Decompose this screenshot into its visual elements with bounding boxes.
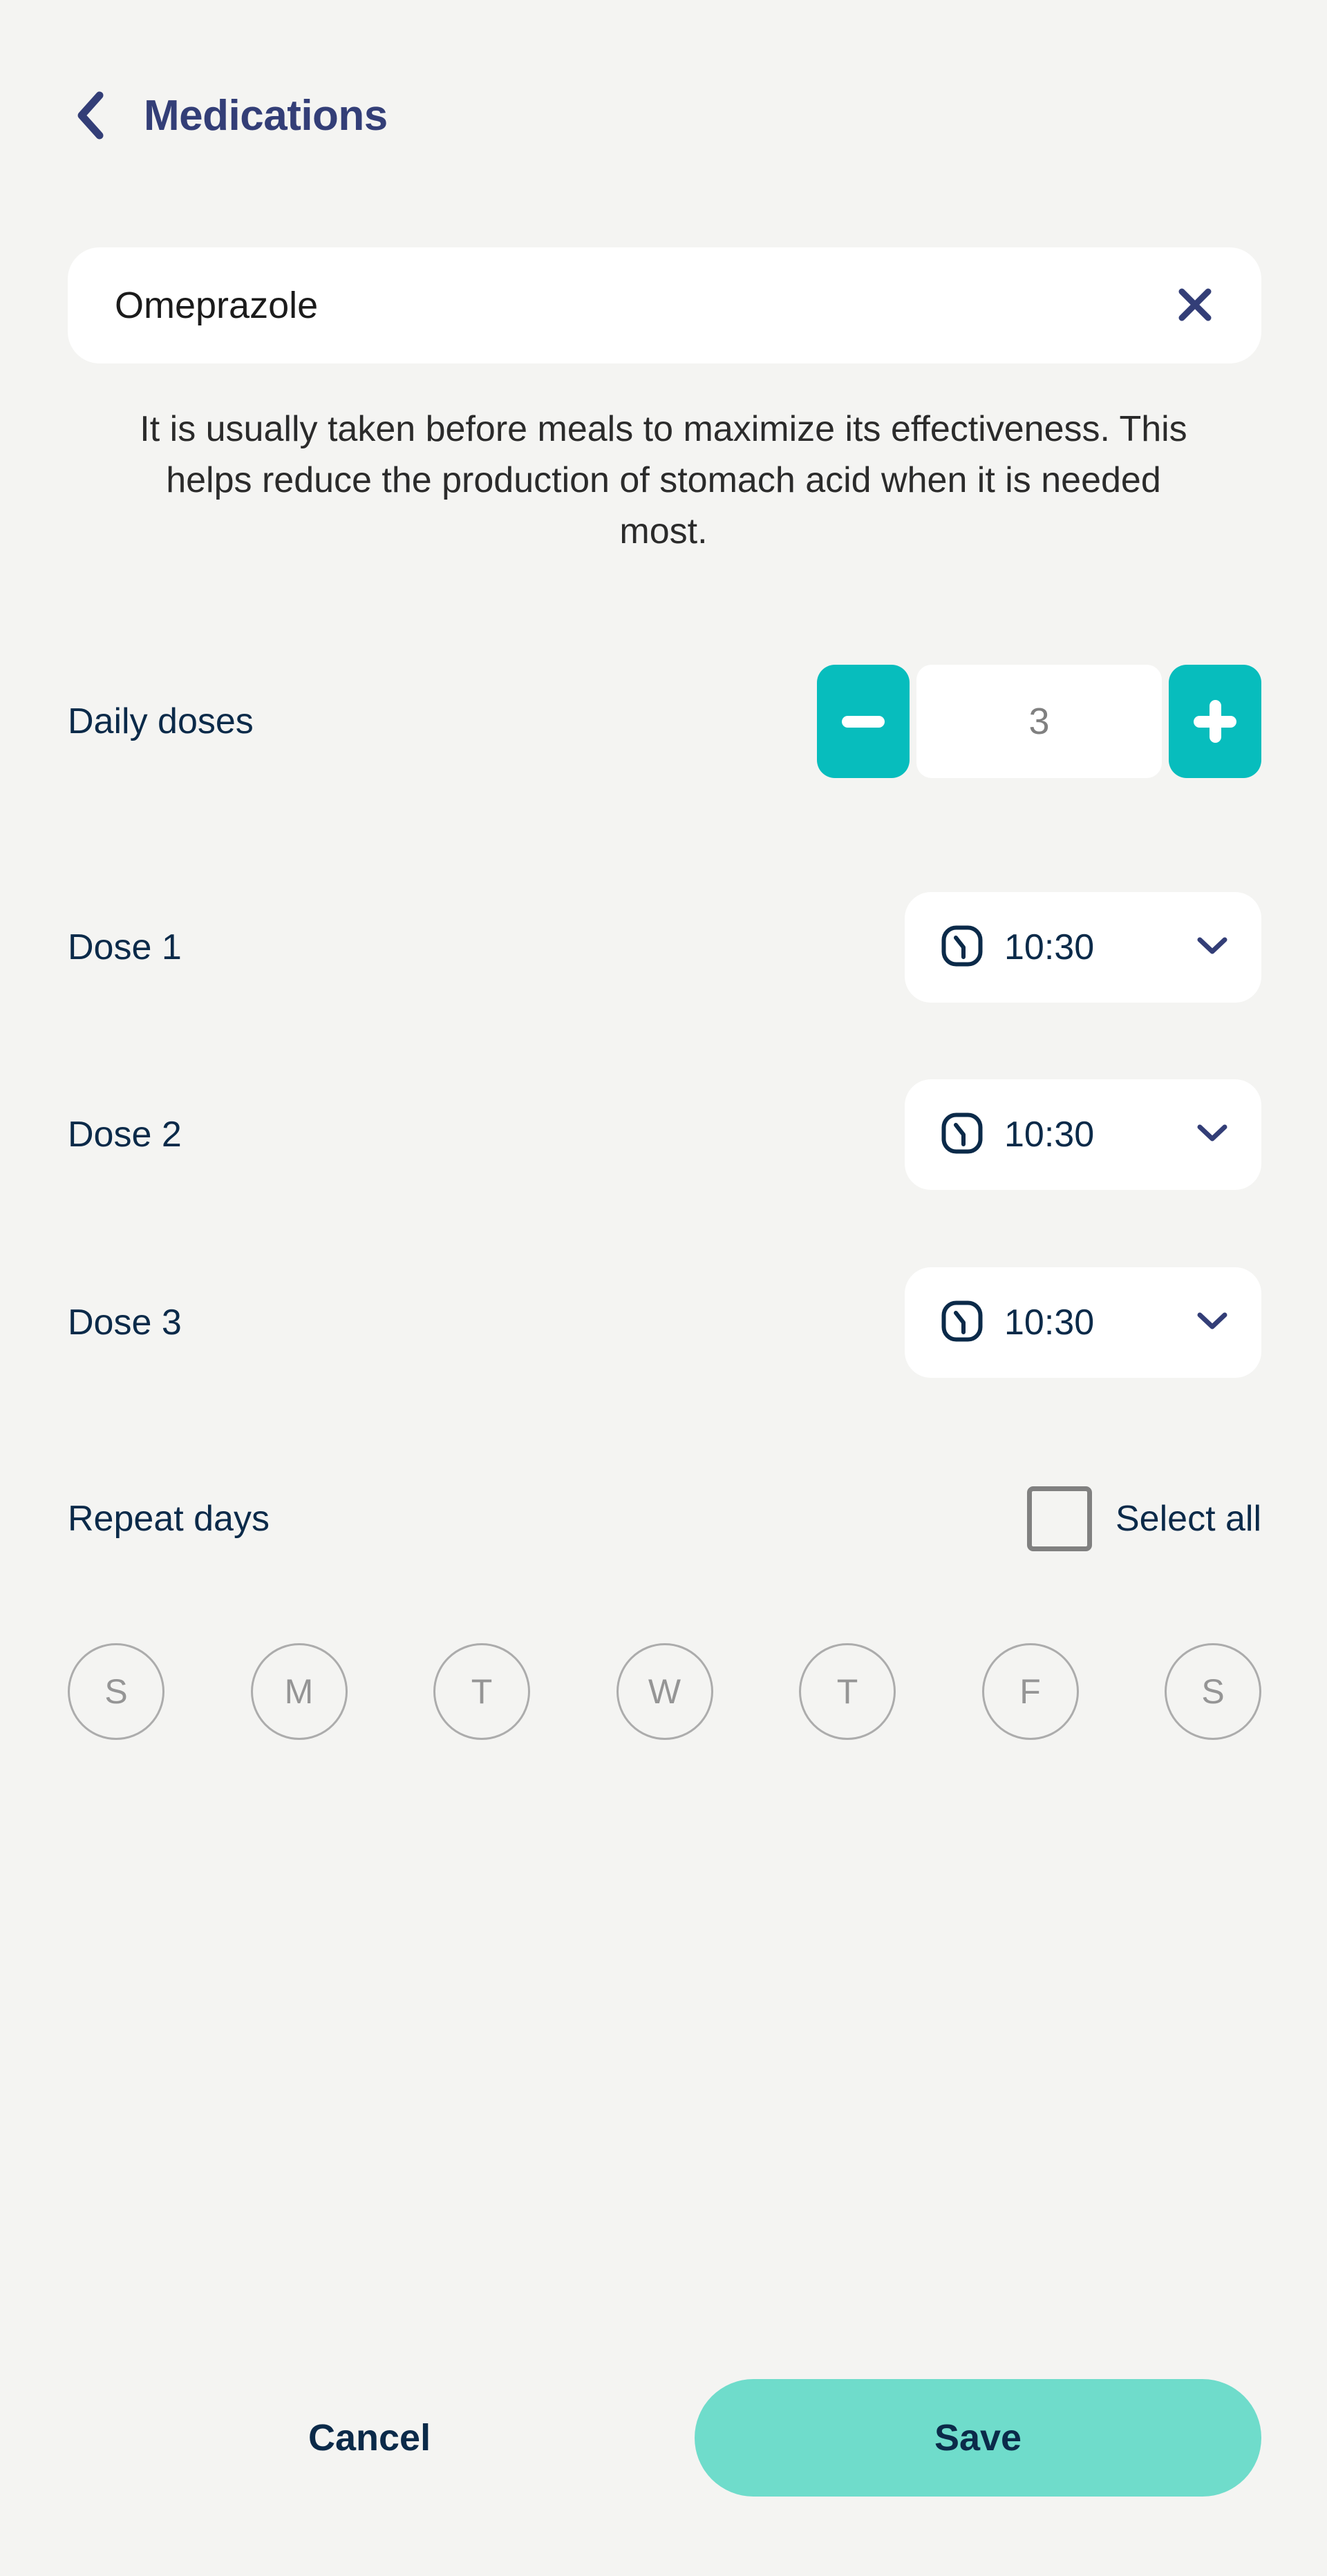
medication-edit-screen: Medications Omeprazole It is usually tak… <box>0 0 1327 2576</box>
daily-doses-row: Daily doses 3 <box>68 665 1261 778</box>
dose-time-picker[interactable]: 10:30 <box>905 1079 1261 1190</box>
dose-time-value: 10:30 <box>1004 927 1095 967</box>
day-toggle-friday[interactable]: F <box>981 1643 1079 1740</box>
select-all-checkbox[interactable] <box>1027 1486 1092 1551</box>
back-button[interactable] <box>69 91 112 141</box>
day-toggle-monday[interactable]: M <box>250 1643 348 1740</box>
dose-time-value: 10:30 <box>1004 1115 1095 1155</box>
clock-icon <box>941 1112 984 1158</box>
dose-label: Dose 2 <box>68 1115 182 1155</box>
dose-label: Dose 1 <box>68 927 182 967</box>
chevron-down-icon <box>1196 1311 1228 1334</box>
daily-doses-value[interactable]: 3 <box>916 665 1162 778</box>
dose-time-picker[interactable]: 10:30 <box>905 892 1261 1003</box>
day-toggle-thursday[interactable]: T <box>799 1643 896 1740</box>
header: Medications <box>69 91 388 141</box>
day-toggle-tuesday[interactable]: T <box>433 1643 530 1740</box>
cancel-button[interactable]: Cancel <box>281 2396 458 2480</box>
medication-name-field[interactable]: Omeprazole <box>68 247 1261 363</box>
daily-doses-stepper: 3 <box>817 665 1261 778</box>
chevron-down-icon <box>1196 936 1228 959</box>
day-toggle-saturday[interactable]: S <box>1165 1643 1261 1740</box>
chevron-left-icon <box>76 91 105 142</box>
minus-icon <box>842 715 885 728</box>
day-selector: S M T W T F S <box>68 1643 1261 1740</box>
page-title: Medications <box>144 92 388 140</box>
day-toggle-wednesday[interactable]: W <box>616 1643 713 1740</box>
dose-row: Dose 1 10:30 <box>68 892 1261 1003</box>
clock-icon <box>941 1300 984 1346</box>
footer-actions: Cancel Save <box>68 2379 1261 2497</box>
select-all-label: Select all <box>1116 1499 1261 1539</box>
decrement-doses-button[interactable] <box>817 665 910 778</box>
plus-icon <box>1194 700 1236 743</box>
save-button[interactable]: Save <box>695 2379 1261 2497</box>
daily-doses-label: Daily doses <box>68 701 254 741</box>
increment-doses-button[interactable] <box>1169 665 1261 778</box>
close-icon <box>1174 284 1216 328</box>
repeat-days-row: Repeat days Select all <box>68 1486 1261 1552</box>
dose-time-value: 10:30 <box>1004 1303 1095 1343</box>
chevron-down-icon <box>1196 1124 1228 1146</box>
dose-time-picker[interactable]: 10:30 <box>905 1267 1261 1378</box>
clock-icon <box>941 925 984 971</box>
dose-row: Dose 2 10:30 <box>68 1079 1261 1190</box>
dose-row: Dose 3 10:30 <box>68 1267 1261 1378</box>
repeat-days-label: Repeat days <box>68 1499 270 1539</box>
medication-name-value[interactable]: Omeprazole <box>115 287 318 324</box>
medication-description: It is usually taken before meals to maxi… <box>140 409 1187 551</box>
select-all-control[interactable]: Select all <box>1027 1486 1261 1551</box>
day-toggle-sunday[interactable]: S <box>68 1643 164 1740</box>
clear-name-button[interactable] <box>1169 279 1221 332</box>
dose-label: Dose 3 <box>68 1303 182 1343</box>
